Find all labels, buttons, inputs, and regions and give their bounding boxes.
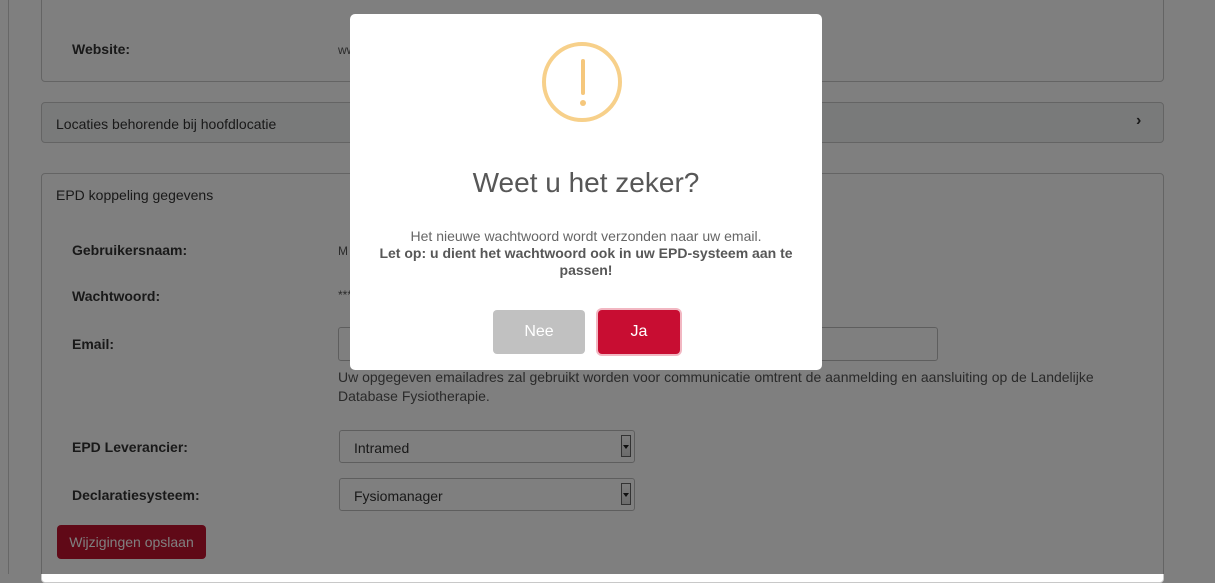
dialog-title: Weet u het zeker? — [472, 167, 700, 198]
warning-icon — [542, 42, 622, 122]
dialog-message: Het nieuwe wachtwoord wordt verzonden na… — [350, 228, 822, 279]
dialog-text: Het nieuwe wachtwoord wordt verzonden na… — [410, 228, 762, 244]
confirm-button[interactable]: Ja — [598, 310, 680, 354]
dialog-warning: Let op: u dient het wachtwoord ook in uw… — [379, 245, 793, 278]
confirm-dialog: Weet u het zeker? Het nieuwe wachtwoord … — [350, 14, 822, 370]
cancel-button[interactable]: Nee — [493, 310, 585, 354]
